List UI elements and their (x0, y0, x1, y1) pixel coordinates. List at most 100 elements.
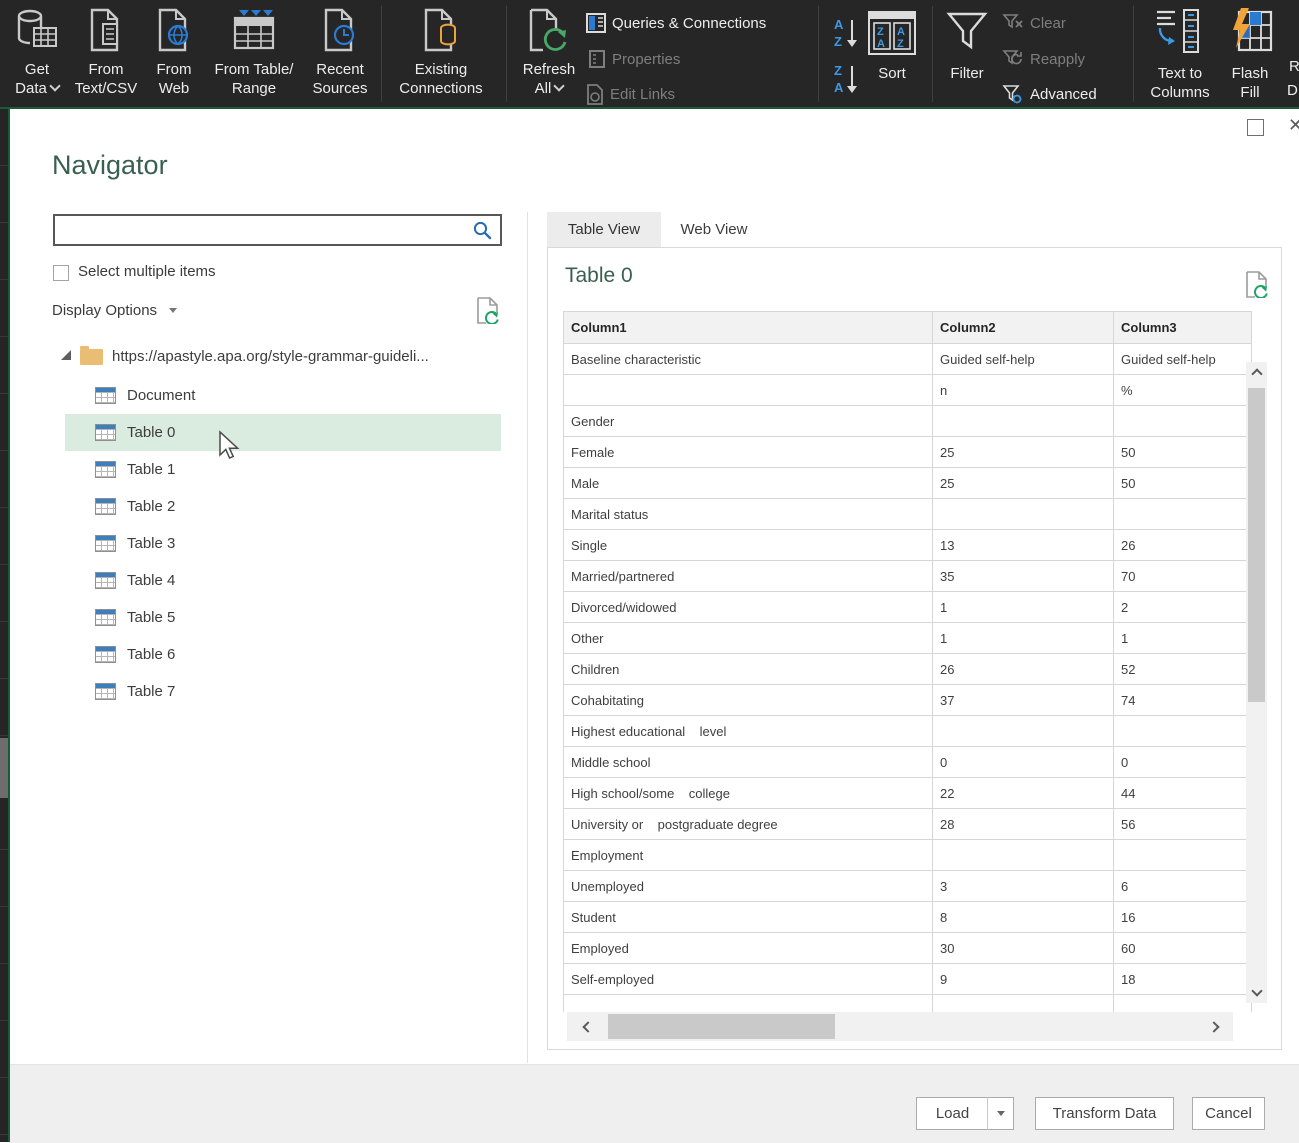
svg-text:Z: Z (897, 38, 904, 50)
display-options-dropdown[interactable]: Display Options (52, 302, 177, 319)
load-button[interactable]: Load (916, 1097, 989, 1130)
vertical-scrollbar[interactable] (1246, 362, 1267, 1003)
ribbon-separator (932, 6, 933, 102)
table-row: High school/some college2244 (564, 778, 1252, 809)
table-cell: Employed (564, 933, 933, 964)
table-cell: % (1114, 375, 1252, 406)
table-cell: 8 (933, 902, 1114, 933)
recent-sources-button[interactable]: Recent Sources (308, 8, 372, 98)
table-cell: 52 (1114, 654, 1252, 685)
truncated-button-label-2: D (1287, 82, 1298, 99)
properties-label: Properties (612, 51, 680, 68)
from-table-range-button[interactable]: From Table/ Range (206, 8, 302, 98)
horizontal-scrollbar[interactable] (567, 1012, 1233, 1041)
from-text-csv-button[interactable]: From Text/CSV (70, 8, 142, 98)
sort-ascending-button[interactable]: A Z (832, 16, 862, 57)
scroll-left-button[interactable] (575, 1012, 601, 1041)
maximize-button[interactable] (1247, 119, 1264, 136)
search-box[interactable] (53, 214, 502, 246)
tree-item-document[interactable]: Document (65, 377, 501, 414)
table-cell: Guided self-help (933, 344, 1114, 375)
existing-label-2: Connections (399, 80, 482, 97)
column-header-1: Column1 (564, 312, 933, 344)
scroll-down-button[interactable] (1246, 979, 1267, 1003)
scroll-right-button[interactable] (1201, 1012, 1227, 1041)
tree-item-label: Table 3 (127, 535, 175, 552)
tree-item-label: Table 7 (127, 683, 175, 700)
table-cell (933, 499, 1114, 530)
text-to-columns-icon (1148, 6, 1212, 61)
queries-connections-button[interactable]: Queries & Connections (586, 13, 766, 33)
horizontal-scroll-thumb[interactable] (608, 1014, 835, 1039)
table-row: Married/partnered3570 (564, 561, 1252, 592)
table-cell: Baseline characteristic (564, 344, 933, 375)
search-icon[interactable] (473, 221, 492, 240)
refresh-all-icon (518, 8, 580, 57)
table-row (564, 995, 1252, 1013)
scroll-up-button[interactable] (1246, 362, 1267, 386)
tree-item-table-0[interactable]: Table 0 (65, 414, 501, 451)
flash-fill-label-1: Flash (1232, 65, 1269, 82)
expand-collapse-icon[interactable] (61, 350, 71, 360)
sort-button[interactable]: Z A A Z Sort (864, 10, 920, 83)
connections-file-icon (392, 8, 490, 57)
tree-item-table-1[interactable]: Table 1 (65, 451, 501, 488)
flash-fill-button[interactable]: Flash Fill (1222, 6, 1278, 102)
table-cell: 18 (1114, 964, 1252, 995)
refresh-preview-icon[interactable] (476, 297, 500, 329)
select-multiple-label: Select multiple items (78, 263, 216, 280)
advanced-filter-button[interactable]: Advanced (1002, 84, 1097, 105)
table-cell: 30 (933, 933, 1114, 964)
queries-connections-label: Queries & Connections (612, 15, 766, 32)
table-cell (1114, 406, 1252, 437)
flash-fill-icon (1222, 6, 1278, 61)
from-web-label-2: Web (159, 80, 190, 97)
tree-root-url[interactable]: https://apastyle.apa.org/style-grammar-g… (112, 348, 429, 365)
sort-descending-button[interactable]: Z A (832, 62, 862, 103)
tree-item-label: Table 0 (127, 424, 175, 441)
text-to-columns-button[interactable]: Text to Columns (1148, 6, 1212, 102)
tree-item-table-7[interactable]: Table 7 (65, 673, 501, 710)
tree-item-label: Table 5 (127, 609, 175, 626)
tab-web-view[interactable]: Web View (661, 212, 767, 248)
reapply-label: Reapply (1030, 51, 1085, 68)
cancel-button[interactable]: Cancel (1192, 1097, 1265, 1130)
tree-item-table-3[interactable]: Table 3 (65, 525, 501, 562)
table-cell (933, 840, 1114, 871)
search-input[interactable] (55, 219, 473, 241)
tree-item-label: Table 6 (127, 646, 175, 663)
filter-button[interactable]: Filter (940, 10, 994, 83)
tree-item-table-2[interactable]: Table 2 (65, 488, 501, 525)
refresh-all-label-2: All (535, 80, 552, 97)
vertical-scroll-thumb[interactable] (1248, 388, 1265, 702)
svg-text:A: A (834, 80, 844, 95)
refresh-all-button[interactable]: Refresh All (518, 8, 580, 98)
table-row: Other11 (564, 623, 1252, 654)
from-web-label-1: From (157, 61, 192, 78)
table-cell (564, 995, 933, 1013)
text-to-columns-label-2: Columns (1150, 84, 1209, 101)
tree-item-table-6[interactable]: Table 6 (65, 636, 501, 673)
close-icon[interactable]: ✕ (1288, 115, 1299, 136)
from-web-button[interactable]: From Web (146, 8, 202, 98)
table-cell (1114, 499, 1252, 530)
tree-item-table-5[interactable]: Table 5 (65, 599, 501, 636)
select-multiple-checkbox[interactable] (53, 265, 69, 281)
dialog-top-border (0, 107, 1299, 109)
pane-divider (527, 212, 528, 1063)
table-cell: 26 (933, 654, 1114, 685)
table-icon (95, 424, 116, 441)
table-row: Single1326 (564, 530, 1252, 561)
table-cell: 56 (1114, 809, 1252, 840)
tree-item-table-4[interactable]: Table 4 (65, 562, 501, 599)
table-cell: Female (564, 437, 933, 468)
load-dropdown-button[interactable] (987, 1097, 1014, 1130)
table-icon (95, 609, 116, 626)
transform-data-button[interactable]: Transform Data (1035, 1097, 1174, 1130)
refresh-table-icon[interactable] (1245, 271, 1269, 303)
existing-label-1: Existing (415, 61, 468, 78)
get-data-button[interactable]: Get Data (8, 8, 66, 98)
svg-text:A: A (897, 26, 905, 38)
existing-connections-button[interactable]: Existing Connections (392, 8, 490, 98)
tab-table-view[interactable]: Table View (547, 212, 661, 248)
